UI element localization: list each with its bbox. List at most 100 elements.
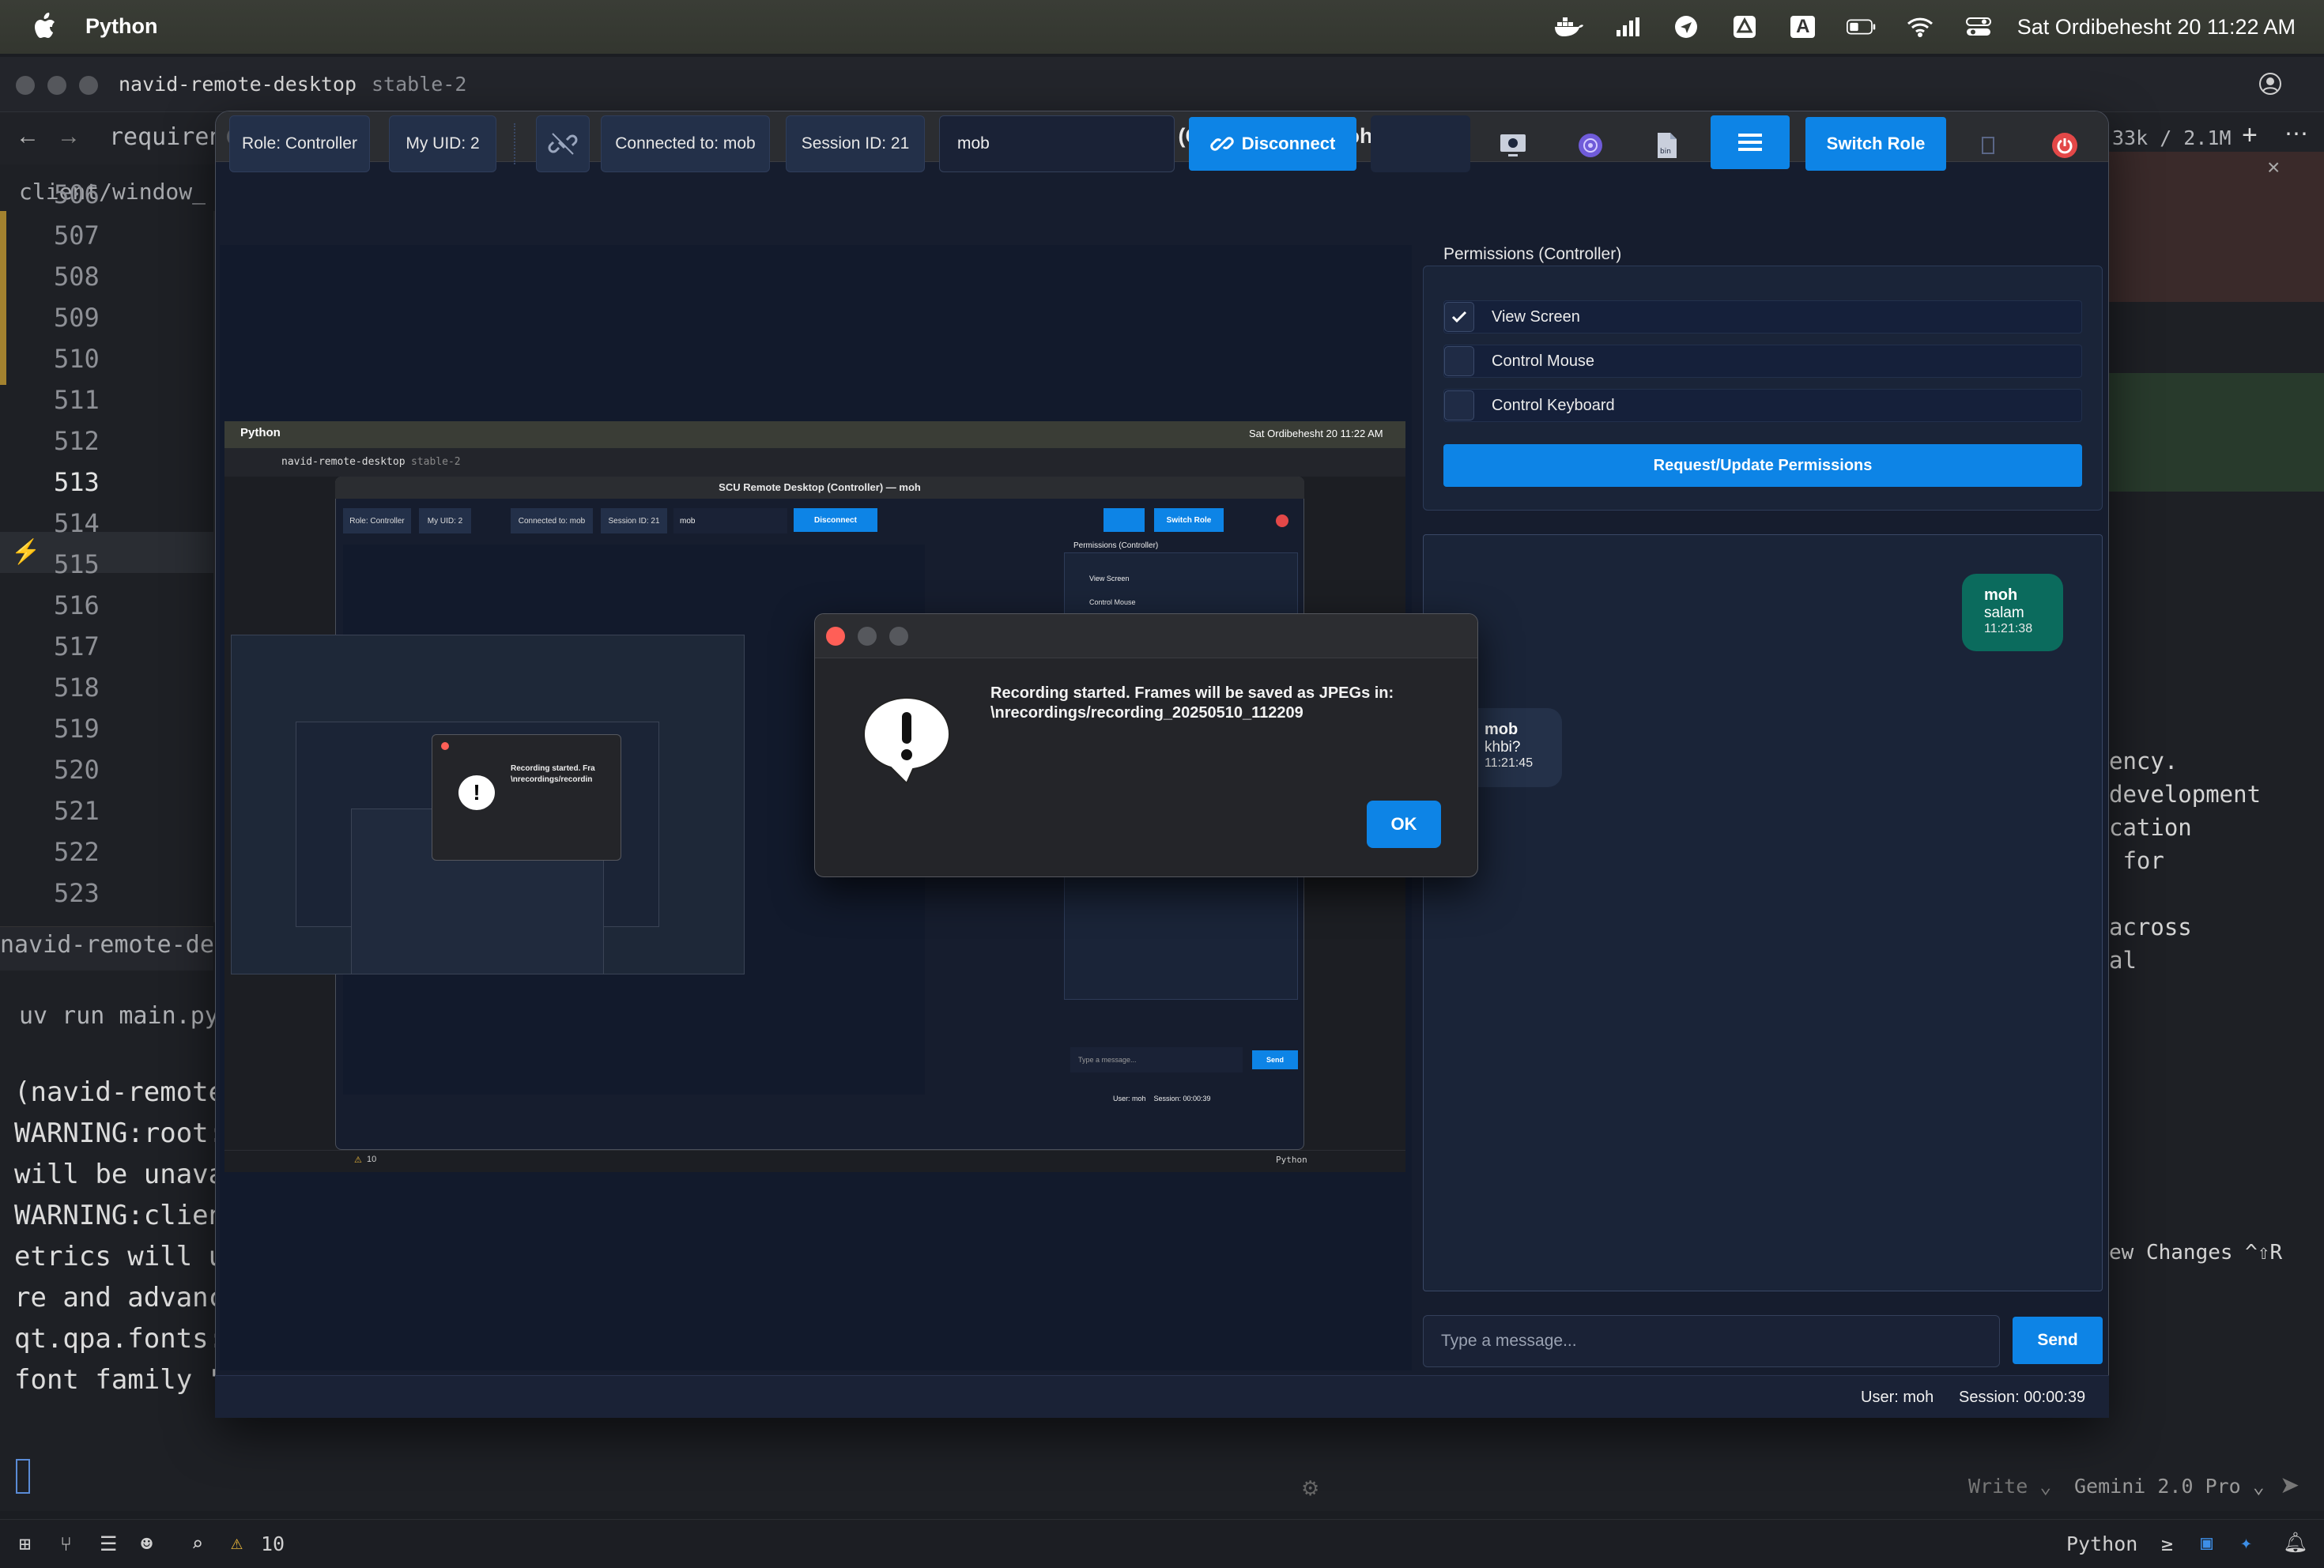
- back-arrow-icon[interactable]: ←: [16, 123, 40, 150]
- perm-control-mouse-row[interactable]: Control Mouse: [1443, 345, 2082, 378]
- nested-app-name: Python: [240, 426, 281, 439]
- nested-perm-title: Permissions (Controller): [1073, 541, 1159, 550]
- rd-status-bar: User: moh Session: 00:00:39: [215, 1375, 2109, 1418]
- editor-tab-requirements[interactable]: requiren: [109, 123, 224, 151]
- editor-branch[interactable]: stable-2: [372, 73, 466, 96]
- send-prompt-icon[interactable]: ➤: [2280, 1472, 2299, 1499]
- control-keyboard-label: Control Keyboard: [1492, 396, 1615, 414]
- file-transfer-icon[interactable]: bin: [1652, 131, 1681, 160]
- line-number: 513: [54, 467, 100, 497]
- language-mode[interactable]: Python: [2066, 1532, 2137, 1555]
- peer-uid-input[interactable]: mob: [939, 115, 1175, 172]
- assistant-icon[interactable]: ≥: [2161, 1532, 2173, 1555]
- terminal-line: re and advanc: [14, 1282, 225, 1314]
- perm-view-screen-row[interactable]: View Screen: [1443, 300, 2082, 334]
- apple-icon[interactable]: [32, 11, 57, 41]
- menu-clock[interactable]: Sat Ordibehesht 20 11:22 AM: [2017, 15, 2296, 40]
- terminal-tab[interactable]: navid-remote-des: [0, 931, 228, 959]
- terminal-icon[interactable]: ▣: [2201, 1531, 2213, 1554]
- alert-message: Recording started. Frames will be saved …: [990, 684, 1394, 722]
- panel-toggle-icon[interactable]: ⊞: [19, 1532, 31, 1555]
- close-diff-icon[interactable]: ×: [2267, 155, 2280, 180]
- link-status-button[interactable]: [536, 115, 590, 172]
- account-icon[interactable]: [2258, 71, 2283, 96]
- forward-arrow-icon[interactable]: →: [57, 123, 81, 150]
- editor-close-button[interactable]: [16, 76, 35, 95]
- line-number: 510: [54, 344, 100, 374]
- wifi-icon[interactable]: [1905, 13, 1935, 40]
- model-select[interactable]: Gemini 2.0 Pro ⌄: [2074, 1475, 2265, 1498]
- control-mouse-label: Control Mouse: [1492, 352, 1595, 370]
- editor-zoom-button[interactable]: [79, 76, 98, 95]
- search-icon[interactable]: ⌕: [191, 1532, 203, 1555]
- review-changes-link[interactable]: ew Changes ^⇧R: [2109, 1241, 2282, 1265]
- alert-exclamation-icon: [862, 696, 951, 785]
- alert-minimize-button[interactable]: [858, 627, 877, 646]
- drive-icon[interactable]: [1730, 13, 1760, 40]
- docker-icon[interactable]: [1554, 13, 1584, 40]
- send-button[interactable]: Send: [2013, 1317, 2103, 1364]
- nested-status: User: moh Session: 00:00:39: [1113, 1095, 1211, 1102]
- empty-slot: [1371, 115, 1470, 172]
- write-mode-select[interactable]: Write ⌄: [1968, 1475, 2051, 1498]
- settings-gear-icon[interactable]: ⚙: [1301, 1476, 1319, 1501]
- recording-alert-dialog: Recording started. Frames will be saved …: [814, 613, 1478, 877]
- bell-icon[interactable]: 🔔︎: [2283, 1531, 2308, 1555]
- status-user: User: moh: [1861, 1389, 1934, 1406]
- record-icon[interactable]: [1576, 131, 1605, 160]
- window-toggle-icon[interactable]: [1975, 131, 2003, 160]
- app-name-menu[interactable]: Python: [85, 14, 158, 39]
- request-permissions-button[interactable]: Request/Update Permissions: [1443, 444, 2082, 487]
- chat-message-input[interactable]: Type a message...: [1423, 1315, 2000, 1367]
- nested-peer: mob: [673, 508, 787, 533]
- line-number: 520: [54, 755, 100, 785]
- alert-zoom-button[interactable]: [889, 627, 908, 646]
- checkmark-icon: [1451, 311, 1467, 323]
- nested-uid: My UID: 2: [419, 508, 471, 533]
- line-number: 509: [54, 303, 100, 333]
- line-number: 514: [54, 508, 100, 538]
- activity-bars-icon[interactable]: [1613, 13, 1643, 40]
- macos-menu-bar: Python A Sat Ordibehesht 20 11:22 AM: [0, 0, 2324, 54]
- terminal-line: WARNING:root:: [14, 1118, 225, 1149]
- connected-label: Connected to: mob: [601, 115, 770, 172]
- collab-icon[interactable]: ☻: [141, 1532, 153, 1555]
- code-line: development: [2109, 781, 2262, 808]
- switch-role-button[interactable]: Switch Role: [1805, 117, 1946, 171]
- alert-titlebar: [815, 614, 1477, 658]
- nested-editor-title: navid-remote-desktop: [281, 456, 406, 468]
- editor-project-name[interactable]: navid-remote-desktop: [119, 73, 357, 96]
- broken-link-icon: [548, 133, 578, 155]
- terminal-line: qt.qpa.fonts:: [14, 1323, 225, 1355]
- control-keyboard-checkbox[interactable]: [1444, 390, 1474, 420]
- nested-clock: Sat Ordibehesht 20 11:22 AM: [1249, 428, 1383, 439]
- input-source-icon[interactable]: A: [1788, 13, 1818, 40]
- outline-icon[interactable]: ☰: [100, 1532, 117, 1555]
- battery-icon[interactable]: [1846, 13, 1877, 40]
- view-screen-checkbox[interactable]: [1444, 302, 1474, 332]
- alert-close-button[interactable]: [826, 627, 845, 646]
- line-number: 521: [54, 796, 100, 826]
- exit-icon[interactable]: [2050, 131, 2079, 160]
- perm-control-keyboard-row[interactable]: Control Keyboard: [1443, 389, 2082, 422]
- session-id-label: Session ID: 21: [786, 115, 925, 172]
- terminal-line: etrics will u: [14, 1241, 225, 1272]
- git-branch-icon[interactable]: ⑂: [60, 1532, 72, 1555]
- control-center-icon[interactable]: [1964, 13, 1994, 40]
- line-number: 511: [54, 385, 100, 415]
- location-icon[interactable]: [1671, 13, 1701, 40]
- line-number: 519: [54, 714, 100, 744]
- menu-button[interactable]: [1711, 115, 1790, 169]
- status-session-time: Session: 00:00:39: [1959, 1389, 2086, 1406]
- alert-ok-button[interactable]: OK: [1367, 801, 1441, 848]
- code-line: cation: [2109, 814, 2192, 841]
- editor-minimize-button[interactable]: [47, 76, 66, 95]
- warning-icon[interactable]: ⚠: [231, 1531, 243, 1554]
- screen-share-icon[interactable]: [1499, 131, 1527, 160]
- more-options-icon[interactable]: ⋯: [2284, 120, 2308, 148]
- disconnect-button[interactable]: Disconnect: [1189, 117, 1356, 171]
- sparkle-icon[interactable]: ✦: [2240, 1531, 2252, 1554]
- control-mouse-checkbox[interactable]: [1444, 346, 1474, 376]
- new-tab-plus-icon[interactable]: +: [2242, 120, 2258, 151]
- hamburger-icon: [1738, 134, 1762, 151]
